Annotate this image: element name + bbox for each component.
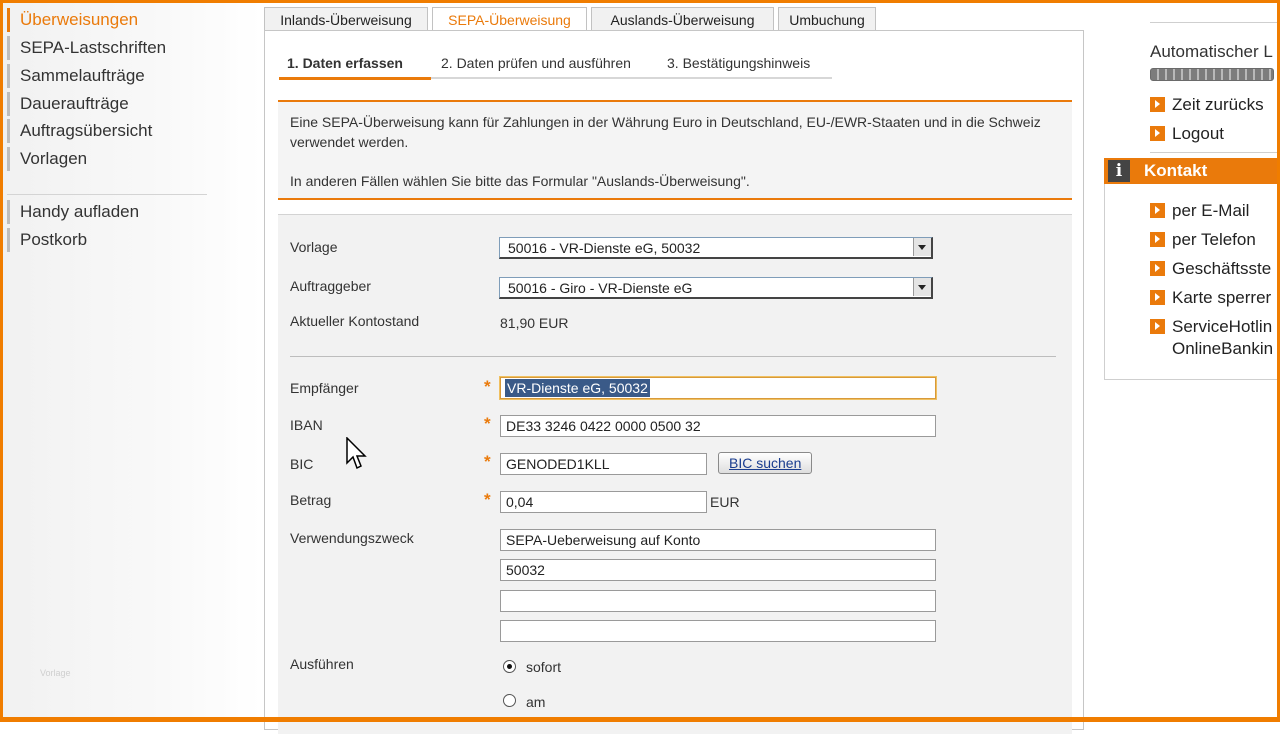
logout-link[interactable]: Logout (1150, 124, 1224, 144)
info-box: Eine SEPA-Überweisung kann für Zahlungen… (278, 100, 1072, 200)
kontostand-label: Aktueller Kontostand (290, 313, 420, 329)
zeit-zuruecksetzen-link[interactable]: Zeit zurücks (1150, 95, 1264, 115)
info-text-1: Eine SEPA-Überweisung kann für Zahlungen… (290, 114, 1041, 150)
kontakt-karte-sperren-link[interactable]: Karte sperrer (1150, 288, 1271, 308)
required-marker: * (484, 452, 491, 471)
kontostand-value: 81,90 EUR (500, 315, 569, 331)
nav-item-ueberweisungen[interactable]: Überweisungen (7, 8, 207, 32)
sidebar-divider (1150, 22, 1280, 23)
ausfuehren-label: Ausführen (290, 656, 354, 672)
step-underline-active (279, 77, 431, 80)
tab-umbuchung[interactable]: Umbuchung (778, 7, 876, 31)
radio-am[interactable] (503, 694, 516, 707)
iban-input[interactable] (500, 415, 936, 437)
tab-auslands-ueberweisung[interactable]: Auslands-Überweisung (591, 7, 774, 31)
betrag-input[interactable] (500, 491, 707, 513)
verwendungszweck-line-4[interactable] (500, 620, 936, 642)
arrow-right-icon (1150, 126, 1165, 141)
step-bestaetigung[interactable]: 3. Bestätigungshinweis (667, 53, 810, 73)
auto-logout-label: Automatischer L (1150, 42, 1273, 61)
kontakt-servicehotline-line2[interactable]: OnlineBankin (1172, 339, 1273, 359)
nav-item-auftragsuebersicht[interactable]: Auftragsübersicht (7, 119, 207, 143)
vorlage-label: Vorlage (290, 239, 338, 255)
sidebar-divider (1150, 152, 1280, 153)
step-daten-pruefen[interactable]: 2. Daten prüfen und ausführen (441, 53, 631, 73)
kontakt-geschaeftsstellen-link[interactable]: Geschäftsste (1150, 259, 1271, 279)
left-navigation: Überweisungen SEPA-Lastschriften Sammela… (0, 0, 262, 720)
tab-inlands-ueberweisung[interactable]: Inlands-Überweisung (264, 7, 428, 31)
kontakt-servicehotline-link[interactable]: ServiceHotlin (1150, 317, 1272, 337)
arrow-right-icon (1150, 319, 1165, 334)
kontakt-telefon-link[interactable]: per Telefon (1150, 230, 1256, 250)
chevron-down-icon[interactable] (913, 238, 931, 256)
arrow-right-icon (1150, 203, 1165, 218)
logout-label: Logout (1172, 124, 1224, 143)
kontakt-karte-sperren-label: Karte sperrer (1172, 288, 1272, 307)
verwendungszweck-line-3[interactable] (500, 590, 936, 612)
transfer-form: Vorlage 50016 - VR-Dienste eG, 50032 Auf… (278, 214, 1072, 734)
nav-item-vorlagen[interactable]: Vorlagen (7, 147, 207, 171)
arrow-right-icon (1150, 261, 1165, 276)
radio-am-label: am (526, 694, 546, 710)
required-marker: * (484, 414, 491, 433)
form-divider (290, 356, 1056, 357)
auftraggeber-select[interactable]: 50016 - Giro - VR-Dienste eG (499, 277, 933, 299)
zeit-zuruecksetzen-label: Zeit zurücks (1172, 95, 1264, 114)
kontakt-header: i Kontakt (1104, 158, 1280, 184)
arrow-right-icon (1150, 97, 1165, 112)
nav-item-postkorb[interactable]: Postkorb (7, 228, 207, 252)
arrow-right-icon (1150, 290, 1165, 305)
auftraggeber-label: Auftraggeber (290, 278, 371, 294)
tab-sepa-ueberweisung[interactable]: SEPA-Überweisung (432, 7, 587, 32)
verwendungszweck-line-2[interactable] (500, 559, 936, 581)
bic-label: BIC (290, 456, 314, 472)
verwendungszweck-line-1[interactable] (500, 529, 936, 551)
info-icon: i (1108, 160, 1130, 182)
bic-suchen-label: BIC suchen (729, 455, 802, 471)
kontakt-geschaeftsstellen-label: Geschäftsste (1172, 259, 1272, 278)
vorlage-select-value: 50016 - VR-Dienste eG, 50032 (508, 240, 701, 256)
bic-suchen-button[interactable]: BIC suchen (718, 452, 813, 474)
mouse-cursor-icon (346, 437, 367, 470)
chevron-down-icon[interactable] (913, 278, 931, 296)
info-text-2: In anderen Fällen wählen Sie bitte das F… (290, 173, 750, 189)
nav-item-sammelauftraege[interactable]: Sammelaufträge (7, 64, 207, 88)
verwendungszweck-label: Verwendungszweck (290, 530, 414, 546)
kontakt-title: Kontakt (1144, 161, 1208, 180)
betrag-label: Betrag (290, 492, 332, 508)
session-timer-bar (1150, 68, 1274, 81)
empfaenger-label: Empfänger (290, 380, 359, 396)
main-panel: 1. Daten erfassen 2. Daten prüfen und au… (264, 30, 1084, 734)
required-marker: * (484, 377, 491, 396)
vorlage-select[interactable]: 50016 - VR-Dienste eG, 50032 (499, 237, 933, 259)
kontakt-email-label: per E-Mail (1172, 201, 1250, 220)
nav-item-dauerauftraege[interactable]: Daueraufträge (7, 92, 207, 116)
empfaenger-input-value: VR-Dienste eG, 50032 (505, 379, 650, 397)
step-daten-erfassen[interactable]: 1. Daten erfassen (287, 53, 403, 73)
arrow-right-icon (1150, 232, 1165, 247)
step-indicator: 1. Daten erfassen 2. Daten prüfen und au… (279, 53, 839, 80)
radio-sofort[interactable] (503, 660, 516, 673)
kontakt-email-link[interactable]: per E-Mail (1150, 201, 1249, 221)
required-marker: * (484, 490, 491, 509)
auftraggeber-select-value: 50016 - Giro - VR-Dienste eG (508, 280, 693, 296)
kontakt-servicehotline-label: ServiceHotlin (1172, 317, 1273, 336)
betrag-currency: EUR (710, 494, 740, 510)
nav-item-sepa-lastschriften[interactable]: SEPA-Lastschriften (7, 36, 207, 60)
radio-sofort-label: sofort (526, 659, 562, 675)
nav-item-handy-aufladen[interactable]: Handy aufladen (7, 200, 207, 224)
right-sidebar: Automatischer L Zeit zurücks Logout i Ko… (1104, 0, 1280, 720)
kontakt-telefon-label: per Telefon (1172, 230, 1256, 249)
empfaenger-input[interactable]: VR-Dienste eG, 50032 (500, 377, 936, 399)
nav-divider (7, 194, 207, 195)
bic-input[interactable] (500, 453, 707, 475)
iban-label: IBAN (290, 417, 323, 433)
watermark-text: Vorlage (40, 668, 71, 678)
